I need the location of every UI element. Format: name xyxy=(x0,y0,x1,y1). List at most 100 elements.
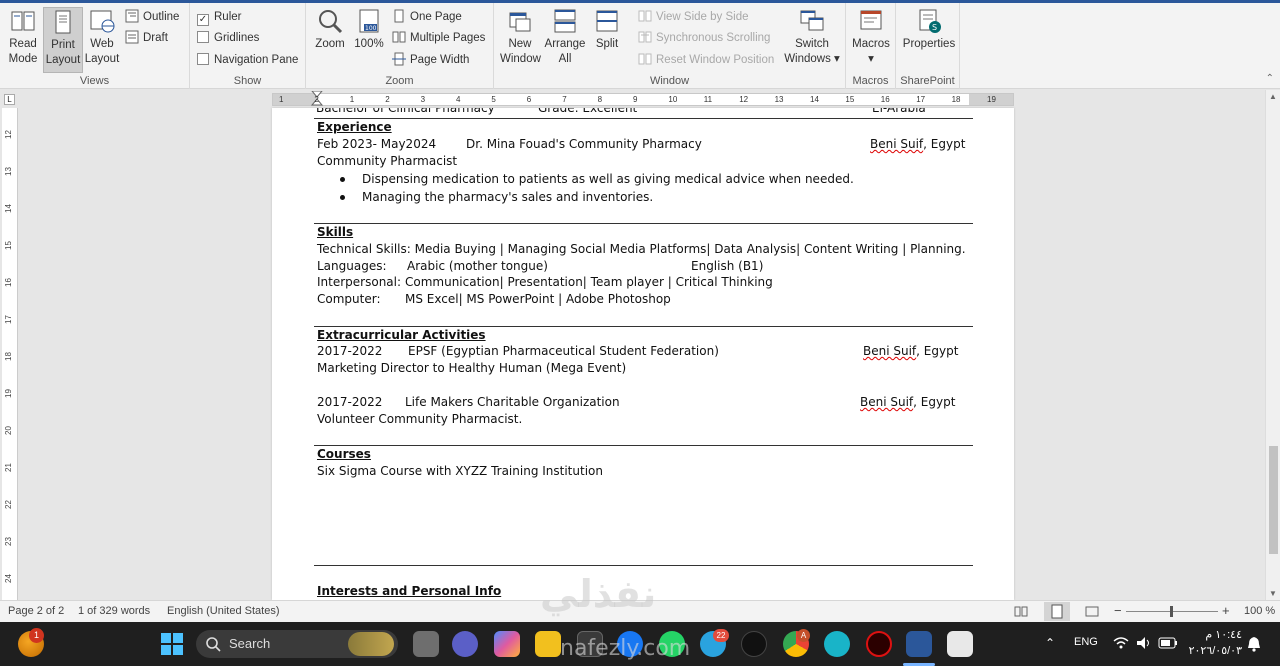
extracurricular-2-location-city: Beni Suif xyxy=(860,395,914,409)
ruler-checkbox[interactable]: ✓ Ruler xyxy=(197,8,241,26)
ruler-number: 18 xyxy=(951,95,961,104)
zoom-out-button[interactable]: − xyxy=(1114,603,1122,618)
vertical-ruler-number: 15 xyxy=(3,241,13,250)
synchronous-scrolling-button[interactable]: Synchronous Scrolling xyxy=(638,29,770,47)
wifi-icon[interactable] xyxy=(1113,636,1129,650)
macros-button[interactable]: Macros ▾ xyxy=(850,7,892,67)
draft-button[interactable]: Draft xyxy=(125,29,168,47)
outline-label: Outline xyxy=(143,11,180,23)
zoom-slider-thumb[interactable] xyxy=(1170,606,1173,617)
print-layout-button[interactable]: Print Layout xyxy=(43,7,83,73)
experience-bullet-2: Managing the pharmacy's sales and invent… xyxy=(362,190,654,204)
views-group-label: Views xyxy=(79,75,110,87)
outline-button[interactable]: Outline xyxy=(125,8,179,26)
experience-role: Community Pharmacist xyxy=(317,154,458,168)
new-window-icon xyxy=(509,12,531,32)
navigation-pane-check-icon xyxy=(197,53,209,65)
file-explorer-icon[interactable] xyxy=(535,631,561,657)
read-mode-view-icon[interactable] xyxy=(1014,605,1028,618)
zoom-group: Zoom 100 100% One Page Multiple Pages Pa… xyxy=(306,3,494,89)
multiple-pages-button[interactable]: Multiple Pages xyxy=(392,29,485,47)
scrollbar-thumb[interactable] xyxy=(1269,446,1278,554)
windows-start-icon[interactable] xyxy=(161,633,183,655)
reset-window-position-label: Reset Window Position xyxy=(656,54,775,66)
bullet-icon xyxy=(340,195,345,200)
svg-text:S: S xyxy=(932,23,937,32)
vertical-ruler-number: 16 xyxy=(3,278,13,287)
new-window-button[interactable]: New Window xyxy=(500,7,541,67)
scroll-down-arrow-icon[interactable]: ▼ xyxy=(1269,589,1277,598)
language-indicator[interactable]: English (United States) xyxy=(167,605,280,617)
macros-icon xyxy=(860,10,882,30)
multiple-pages-icon xyxy=(392,31,406,43)
notification-bell-icon[interactable] xyxy=(1247,636,1261,652)
arrange-all-button[interactable]: Arrange All xyxy=(544,7,586,67)
zoom-level[interactable]: 100 % xyxy=(1244,605,1275,617)
document-page[interactable]: Bachelor of Clinical Pharmacy Grade: Exc… xyxy=(272,108,1014,600)
tab-selector-icon[interactable]: L xyxy=(4,94,15,105)
ruler-number: 1 xyxy=(279,95,284,104)
horizontal-ruler[interactable]: 1 2 1 2 3 4 5 6 7 8 9 10 11 12 13 14 15 16 17 18 19 xyxy=(272,91,1014,106)
read-mode-button[interactable]: Read Mode xyxy=(4,7,42,67)
page-width-button[interactable]: Page Width xyxy=(392,51,469,69)
word-icon[interactable] xyxy=(906,631,932,657)
web-layout-button[interactable]: Web Layout xyxy=(84,7,120,67)
navigation-pane-checkbox[interactable]: Navigation Pane xyxy=(197,51,298,69)
collapse-ribbon-icon[interactable]: ⌃ xyxy=(1266,73,1274,84)
vertical-scrollbar[interactable]: ▲ ▼ xyxy=(1265,90,1280,600)
ruler-number: 2 xyxy=(314,95,319,104)
one-page-button[interactable]: One Page xyxy=(392,8,462,26)
view-side-by-side-button[interactable]: View Side by Side xyxy=(638,8,748,26)
word-count[interactable]: 1 of 329 words xyxy=(78,605,150,617)
app-red-icon[interactable] xyxy=(866,631,892,657)
zoom-100-button[interactable]: 100 100% xyxy=(352,7,386,52)
properties-icon: S xyxy=(919,9,941,33)
task-view-icon[interactable] xyxy=(413,631,439,657)
snipping-tool-icon[interactable] xyxy=(947,631,973,657)
switch-windows-button[interactable]: Switch Windows ▾ xyxy=(784,7,840,67)
taskbar-time[interactable]: ١٠:٤٤ م xyxy=(1186,628,1242,641)
taskbar-search-box[interactable]: Search xyxy=(196,630,398,658)
input-language[interactable]: ENG xyxy=(1074,636,1098,648)
reset-window-position-button[interactable]: Reset Window Position xyxy=(638,51,774,69)
copilot-icon[interactable] xyxy=(494,631,520,657)
vertical-ruler-number: 21 xyxy=(3,463,13,472)
one-page-label: One Page xyxy=(410,11,462,23)
vertical-ruler[interactable]: 1213141516171819202122232425 xyxy=(2,108,18,620)
properties-button[interactable]: S Properties xyxy=(900,7,958,52)
show-hidden-icons-icon[interactable]: ⌃ xyxy=(1045,636,1055,650)
reset-window-icon xyxy=(638,53,652,65)
extracurricular-2-location-country: , Egypt xyxy=(913,395,956,409)
draft-label: Draft xyxy=(143,32,168,44)
split-button[interactable]: Split xyxy=(590,7,624,52)
experience-bullet-1: Dispensing medication to patients as wel… xyxy=(362,172,854,186)
zoom-in-button[interactable]: + xyxy=(1222,603,1230,618)
vertical-ruler-number: 20 xyxy=(3,426,13,435)
vertical-ruler-number: 23 xyxy=(3,537,13,546)
search-highlight-icon xyxy=(348,632,394,656)
print-layout-view-icon[interactable] xyxy=(1044,602,1070,621)
side-by-side-icon xyxy=(638,10,652,22)
switch-windows-label-2: Windows ▾ xyxy=(784,53,840,65)
scroll-up-arrow-icon[interactable]: ▲ xyxy=(1269,92,1277,101)
sharepoint-group-label: SharePoint xyxy=(900,75,955,87)
skills-interpersonal: Communication| Presentation| Team player… xyxy=(405,275,773,289)
teams-chat-icon[interactable] xyxy=(452,631,478,657)
volume-icon[interactable] xyxy=(1136,636,1152,650)
switch-windows-label-1: Switch xyxy=(795,38,829,50)
window-group: New Window Arrange All Split View Side b… xyxy=(494,3,846,89)
canva-icon[interactable] xyxy=(824,631,850,657)
ruler-number: 8 xyxy=(597,95,603,104)
experience-org: Dr. Mina Fouad's Community Pharmacy xyxy=(466,137,702,151)
gridlines-checkbox[interactable]: Gridlines xyxy=(197,29,259,47)
print-layout-label-1: Print xyxy=(51,39,75,51)
zoom-button[interactable]: Zoom xyxy=(312,7,348,52)
page-count[interactable]: Page 2 of 2 xyxy=(8,605,64,617)
battery-icon[interactable] xyxy=(1158,637,1178,649)
web-layout-view-icon[interactable] xyxy=(1085,605,1099,618)
tiktok-icon[interactable] xyxy=(741,631,767,657)
section-divider xyxy=(314,565,973,566)
taskbar-date[interactable]: ٢٠٢٦/٠٥/٠٣ xyxy=(1186,644,1242,657)
one-page-icon xyxy=(394,9,404,23)
macros-dropdown-arrow: ▾ xyxy=(868,53,874,65)
